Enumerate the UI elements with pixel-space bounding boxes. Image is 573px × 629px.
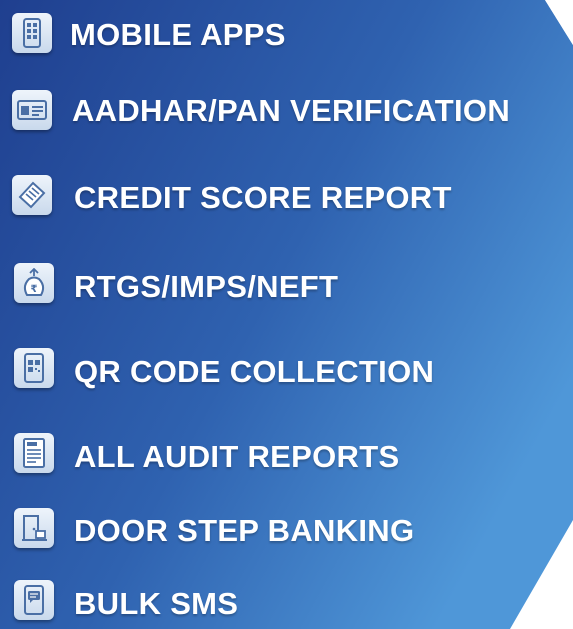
id-card-icon xyxy=(12,90,52,130)
audit-document-icon xyxy=(14,433,54,473)
service-item-mobile-apps[interactable]: MOBILE APPS xyxy=(0,4,573,64)
service-label: BULK SMS xyxy=(74,586,239,621)
service-label: ALL AUDIT REPORTS xyxy=(74,439,400,474)
service-label: MOBILE APPS xyxy=(70,17,286,52)
service-item-aadhar-pan-verification[interactable]: AADHAR/PAN VERIFICATION xyxy=(0,80,573,140)
door-delivery-icon xyxy=(14,508,54,548)
service-item-all-audit-reports[interactable]: ALL AUDIT REPORTS xyxy=(0,425,573,485)
services-panel: MOBILE APPS AADHAR/PAN VERIFICATION CRED… xyxy=(0,0,573,629)
service-label: DOOR STEP BANKING xyxy=(74,513,415,548)
service-label: AADHAR/PAN VERIFICATION xyxy=(72,93,511,128)
svg-text:₹: ₹ xyxy=(31,284,38,295)
money-bag-transfer-icon: ₹ xyxy=(14,263,54,303)
service-item-qr-code-collection[interactable]: QR CODE COLLECTION xyxy=(0,339,573,399)
mobile-app-icon xyxy=(12,13,52,53)
service-label: CREDIT SCORE REPORT xyxy=(74,180,452,215)
qr-code-icon xyxy=(14,348,54,388)
service-item-rtgs-imps-neft[interactable]: ₹ RTGS/IMPS/NEFT xyxy=(0,254,573,314)
service-label: QR CODE COLLECTION xyxy=(74,354,435,389)
sms-phone-icon xyxy=(14,580,54,620)
report-slip-icon xyxy=(12,175,52,215)
service-item-bulk-sms[interactable]: BULK SMS xyxy=(0,570,573,629)
service-item-credit-score-report[interactable]: CREDIT SCORE REPORT xyxy=(0,166,573,226)
service-item-door-step-banking[interactable]: DOOR STEP BANKING xyxy=(0,499,573,559)
service-label: RTGS/IMPS/NEFT xyxy=(74,269,339,304)
